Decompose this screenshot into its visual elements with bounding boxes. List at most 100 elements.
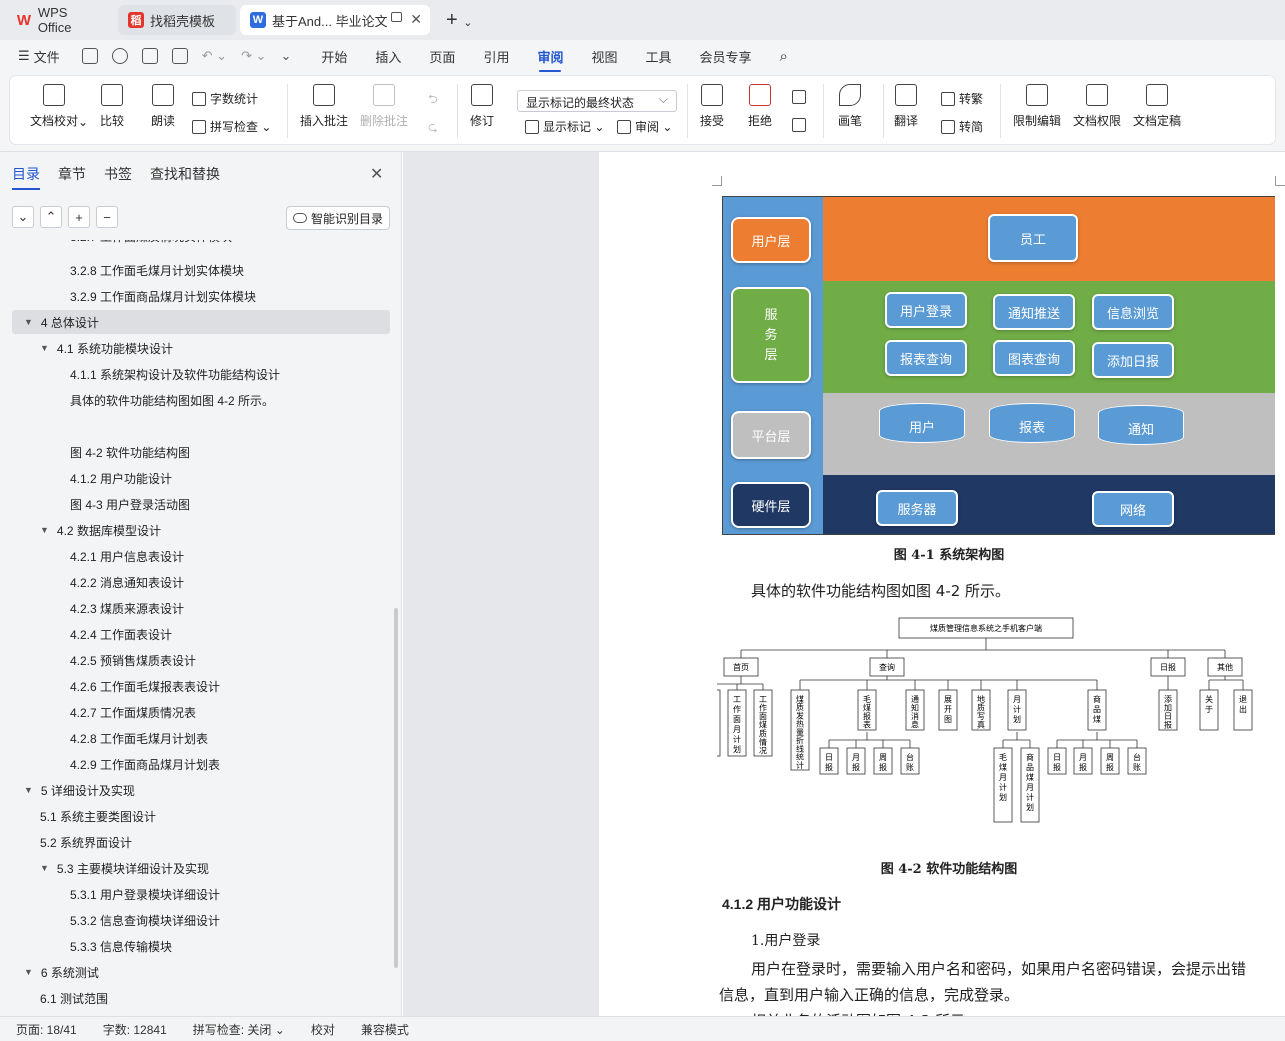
toc-item[interactable]: 4.2.4 工作面表设计 bbox=[70, 622, 172, 646]
monitor-icon[interactable] bbox=[391, 12, 402, 22]
spell-check-status[interactable]: 拼写检查: 关闭 ⌄ bbox=[193, 1021, 285, 1038]
toc-item[interactable]: ▼ 5 详细设计及实现 bbox=[24, 778, 135, 802]
toc-item[interactable]: 具体的软件功能结构图如图 4-2 所示。 bbox=[70, 388, 274, 412]
toc-item[interactable]: 图 4-2 软件功能结构图 bbox=[70, 440, 190, 464]
toc-item[interactable]: 4.1.2 用户功能设计 bbox=[70, 466, 172, 490]
menu-member[interactable]: 会员专享 bbox=[700, 41, 752, 72]
toc-item[interactable]: 4.2.3 煤质来源表设计 bbox=[70, 596, 184, 620]
delete-comment-button[interactable]: 删除批注 bbox=[360, 84, 408, 129]
next-change-icon[interactable] bbox=[792, 118, 810, 132]
expand-up-button[interactable]: ⌃ bbox=[40, 206, 62, 228]
toc-item[interactable]: 3.2.9 工作面商品煤月计划实体模块 bbox=[70, 284, 256, 308]
tab-chapters[interactable]: 章节 bbox=[58, 164, 86, 190]
doc-permission-button[interactable]: 文档权限 bbox=[1073, 84, 1121, 129]
toc-item[interactable]: 4.2.1 用户信息表设计 bbox=[70, 544, 184, 568]
menu-insert[interactable]: 插入 bbox=[375, 41, 401, 72]
tab-toc[interactable]: 目录 bbox=[12, 164, 40, 190]
toc-item[interactable]: 3.2.8 工作面毛煤月计划实体模块 bbox=[70, 258, 244, 282]
expand-arrow-icon[interactable]: ▼ bbox=[24, 317, 33, 327]
collapse-all-button[interactable]: ⌄ bbox=[12, 206, 34, 228]
tab-docer-templates[interactable]: 稻 找稻壳模板 bbox=[118, 5, 236, 35]
to-simplified-button[interactable]: 转简 bbox=[941, 118, 983, 135]
reject-button[interactable]: 拒绝 bbox=[748, 84, 772, 129]
remove-heading-button[interactable]: − bbox=[96, 206, 118, 228]
menu-view[interactable]: 视图 bbox=[591, 41, 617, 72]
toc-item[interactable]: ▼ 4.1 系统功能模块设计 bbox=[40, 336, 173, 360]
toc-item[interactable]: 4.2.7 工作面煤质情况表 bbox=[70, 700, 196, 724]
user-layer-label: 用户层 bbox=[731, 217, 811, 263]
word-count-button[interactable]: 字数统计 bbox=[192, 90, 258, 107]
expand-arrow-icon[interactable]: ▼ bbox=[40, 525, 49, 535]
print-preview-icon[interactable] bbox=[171, 48, 188, 64]
toc-item[interactable]: 5.3.3 信息传输模块 bbox=[70, 934, 172, 958]
menu-tools[interactable]: 工具 bbox=[645, 41, 671, 72]
menu-review[interactable]: 审阅 bbox=[537, 41, 563, 72]
menu-page[interactable]: 页面 bbox=[429, 41, 455, 72]
expand-arrow-icon[interactable]: ▼ bbox=[40, 863, 49, 873]
toc-item[interactable]: 5.3.2 信息查询模块详细设计 bbox=[70, 908, 220, 932]
toc-item[interactable]: 图 4-3 用户登录活动图 bbox=[70, 492, 190, 516]
print-icon[interactable] bbox=[141, 48, 158, 64]
add-heading-button[interactable]: + bbox=[68, 206, 90, 228]
share-icon[interactable] bbox=[111, 48, 128, 64]
next-comment-icon[interactable]: ⮎ bbox=[428, 118, 438, 139]
redo-icon[interactable]: ↷ ⌄ bbox=[241, 48, 266, 64]
read-aloud-button[interactable]: 朗读 bbox=[151, 84, 175, 129]
prev-comment-icon[interactable]: ⮌ bbox=[428, 90, 438, 111]
hamburger-icon[interactable]: ☰ bbox=[18, 48, 30, 64]
spell-check-button[interactable]: 拼写检查 ⌄ bbox=[192, 118, 271, 135]
expand-arrow-icon[interactable]: ▼ bbox=[40, 343, 49, 353]
smart-toc-button[interactable]: 智能识别目录 bbox=[286, 206, 390, 230]
toc-item[interactable]: 5.2 系统界面设计 bbox=[40, 830, 132, 854]
svg-text:计: 计 bbox=[1013, 704, 1021, 714]
toc-item[interactable]: 4.2.6 工作面毛煤报表表设计 bbox=[70, 674, 220, 698]
doc-finalize-button[interactable]: 文档定稿 bbox=[1133, 84, 1181, 129]
show-markup-button[interactable]: 显示标记 ⌄ bbox=[525, 118, 604, 135]
toc-item[interactable]: ▼ 4.2 数据库模型设计 bbox=[40, 518, 161, 542]
close-pane-icon[interactable]: ✕ bbox=[370, 164, 383, 184]
search-icon[interactable]: ⌕ bbox=[780, 48, 788, 65]
toc-item[interactable]: 4.2.5 预销售煤质表设计 bbox=[70, 648, 196, 672]
toc-item[interactable]: 4.2.2 消息通知表设计 bbox=[70, 570, 184, 594]
toc-item[interactable]: 4.1.1 系统架构设计及软件功能结构设计 bbox=[70, 362, 280, 386]
restrict-edit-button[interactable]: 限制编辑 bbox=[1013, 84, 1061, 129]
toc-item[interactable]: ▼ 5.3 主要模块详细设计及实现 bbox=[40, 856, 209, 880]
tab-document[interactable]: W 基于And... 毕业论文 ✕ bbox=[240, 5, 430, 35]
compare-button[interactable]: 比较 bbox=[100, 84, 124, 129]
tab-find-replace[interactable]: 查找和替换 bbox=[150, 164, 220, 190]
toc-item[interactable]: 5.3.1 用户登录模块详细设计 bbox=[70, 882, 220, 906]
tab-wps-office[interactable]: W WPS Office bbox=[6, 5, 114, 35]
toc-item[interactable]: 4.2.9 工作面商品煤月计划表 bbox=[70, 752, 220, 776]
translate-button[interactable]: 翻译 bbox=[894, 84, 918, 129]
file-menu[interactable]: 文件 bbox=[34, 47, 60, 66]
toc-item[interactable]: 3.2.7 工作面煤质情况实体模块 bbox=[70, 240, 232, 248]
to-traditional-button[interactable]: 转繁 bbox=[941, 90, 983, 107]
undo-icon[interactable]: ↶ ⌄ bbox=[202, 48, 227, 64]
toc-item[interactable]: 6.1 测试范围 bbox=[40, 986, 108, 1010]
page-indicator[interactable]: 页面: 18/41 bbox=[16, 1021, 77, 1038]
more-dropdown-icon[interactable]: ⌄ bbox=[280, 48, 291, 64]
tab-bookmarks[interactable]: 书签 bbox=[104, 164, 132, 190]
toc-item[interactable]: ▼ 6 系统测试 bbox=[24, 960, 99, 984]
expand-arrow-icon[interactable]: ▼ bbox=[24, 785, 33, 795]
accept-button[interactable]: 接受 bbox=[700, 84, 724, 129]
pen-button[interactable]: 画笔 bbox=[838, 84, 862, 129]
markup-state-select[interactable]: 显示标记的最终状态 bbox=[517, 90, 677, 112]
expand-arrow-icon[interactable]: ▼ bbox=[24, 967, 33, 977]
toc-item[interactable]: 5.1 系统主要类图设计 bbox=[40, 804, 156, 828]
review-pane-button[interactable]: 审阅 ⌄ bbox=[617, 118, 672, 135]
scrollbar[interactable] bbox=[394, 608, 398, 968]
menu-reference[interactable]: 引用 bbox=[483, 41, 509, 72]
prev-change-icon[interactable] bbox=[792, 90, 810, 104]
word-count[interactable]: 字数: 12841 bbox=[103, 1021, 167, 1038]
save-icon[interactable] bbox=[81, 48, 98, 64]
toc-item[interactable]: 4.2.8 工作面毛煤月计划表 bbox=[70, 726, 208, 750]
doc-check-button[interactable]: 文档校对 ⌄ bbox=[30, 84, 88, 129]
close-tab-icon[interactable]: ✕ bbox=[410, 11, 422, 28]
new-tab-plus-icon[interactable]: + ⌄ bbox=[446, 9, 472, 32]
toc-item[interactable]: ▼ 4 总体设计 bbox=[12, 310, 390, 334]
insert-comment-button[interactable]: 插入批注 bbox=[300, 84, 348, 129]
proofread-status[interactable]: 校对 bbox=[311, 1021, 335, 1038]
revise-button[interactable]: 修订 bbox=[470, 84, 494, 129]
menu-start[interactable]: 开始 bbox=[321, 41, 347, 72]
